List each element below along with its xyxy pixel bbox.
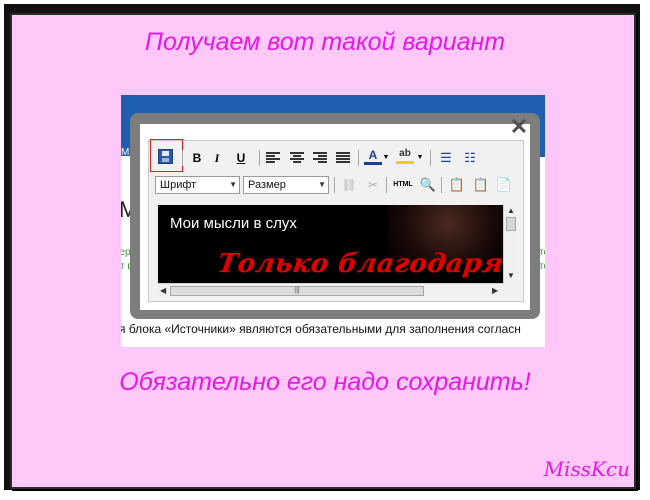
align-right-icon[interactable] <box>313 152 327 164</box>
numbered-list-icon[interactable]: ☷ <box>461 149 479 167</box>
toolbar-separator <box>334 177 335 193</box>
author-signature: MissKcu <box>543 457 630 481</box>
scroll-left-icon[interactable]: ◀ <box>160 286 166 295</box>
align-left-icon[interactable] <box>266 152 280 164</box>
underline-button[interactable]: U <box>232 149 250 167</box>
vertical-scroll-thumb[interactable] <box>506 217 516 231</box>
toolbar-separator <box>430 150 431 166</box>
scroll-right-icon[interactable]: ▶ <box>492 286 498 295</box>
horizontal-scroll-thumb[interactable]: ||| <box>170 286 424 296</box>
bold-button[interactable]: B <box>188 149 206 167</box>
font-family-select-value: Шрифт <box>160 179 197 191</box>
paste-icon[interactable]: 📋 <box>448 176 466 194</box>
zoom-icon[interactable]: 🔍 <box>419 176 437 194</box>
scroll-up-icon[interactable]: ▲ <box>507 206 515 215</box>
content-red-text: Только благодаря в <box>215 249 504 279</box>
chevron-down-icon: ▼ <box>229 180 237 189</box>
toolbar-separator <box>441 177 442 193</box>
paste-text-icon[interactable]: 📋 <box>472 176 490 194</box>
paste-word-icon[interactable]: 📄 <box>495 176 513 194</box>
top-caption: Получаем вот такой вариант <box>144 28 506 56</box>
toolbar-separator <box>259 150 260 166</box>
toolbar-separator <box>182 150 183 166</box>
save-icon[interactable] <box>158 149 173 164</box>
link-icon[interactable]: ⛓ <box>340 176 358 194</box>
unlink-icon[interactable]: ✂ <box>364 176 382 194</box>
font-size-select-value: Размер <box>248 179 286 191</box>
sources-note-text: я блока «Источники» являются обязательны… <box>121 322 521 336</box>
close-icon[interactable]: ✕ <box>509 116 529 138</box>
align-center-icon[interactable] <box>290 152 304 164</box>
toolbar-separator <box>386 177 387 193</box>
chevron-down-icon[interactable]: ▼ <box>416 149 424 167</box>
bottom-caption: Обязательно его надо сохранить! <box>119 368 531 396</box>
chevron-down-icon[interactable]: ▼ <box>382 149 390 167</box>
html-source-button[interactable]: HTML <box>391 176 415 194</box>
horizontal-scrollbar[interactable]: ◀ ||| ▶ <box>158 283 504 298</box>
vertical-scrollbar[interactable]: ▲ ▼ <box>503 205 518 283</box>
chevron-down-icon: ▼ <box>318 180 326 189</box>
scroll-down-icon[interactable]: ▼ <box>507 271 515 280</box>
content-title-text: Мои мысли в слух <box>170 215 297 232</box>
font-color-button[interactable]: A <box>364 148 382 165</box>
italic-button[interactable]: I <box>208 149 226 167</box>
font-family-select[interactable]: Шрифт ▼ <box>155 176 240 194</box>
toolbar-separator <box>358 150 359 166</box>
editor-content-area[interactable]: Мои мысли в слух Только благодаря в <box>158 205 504 283</box>
align-justify-icon[interactable] <box>336 152 350 164</box>
font-size-select[interactable]: Размер ▼ <box>243 176 329 194</box>
bulleted-list-icon[interactable]: ☰ <box>437 149 455 167</box>
highlight-color-button[interactable]: ab <box>396 147 414 164</box>
